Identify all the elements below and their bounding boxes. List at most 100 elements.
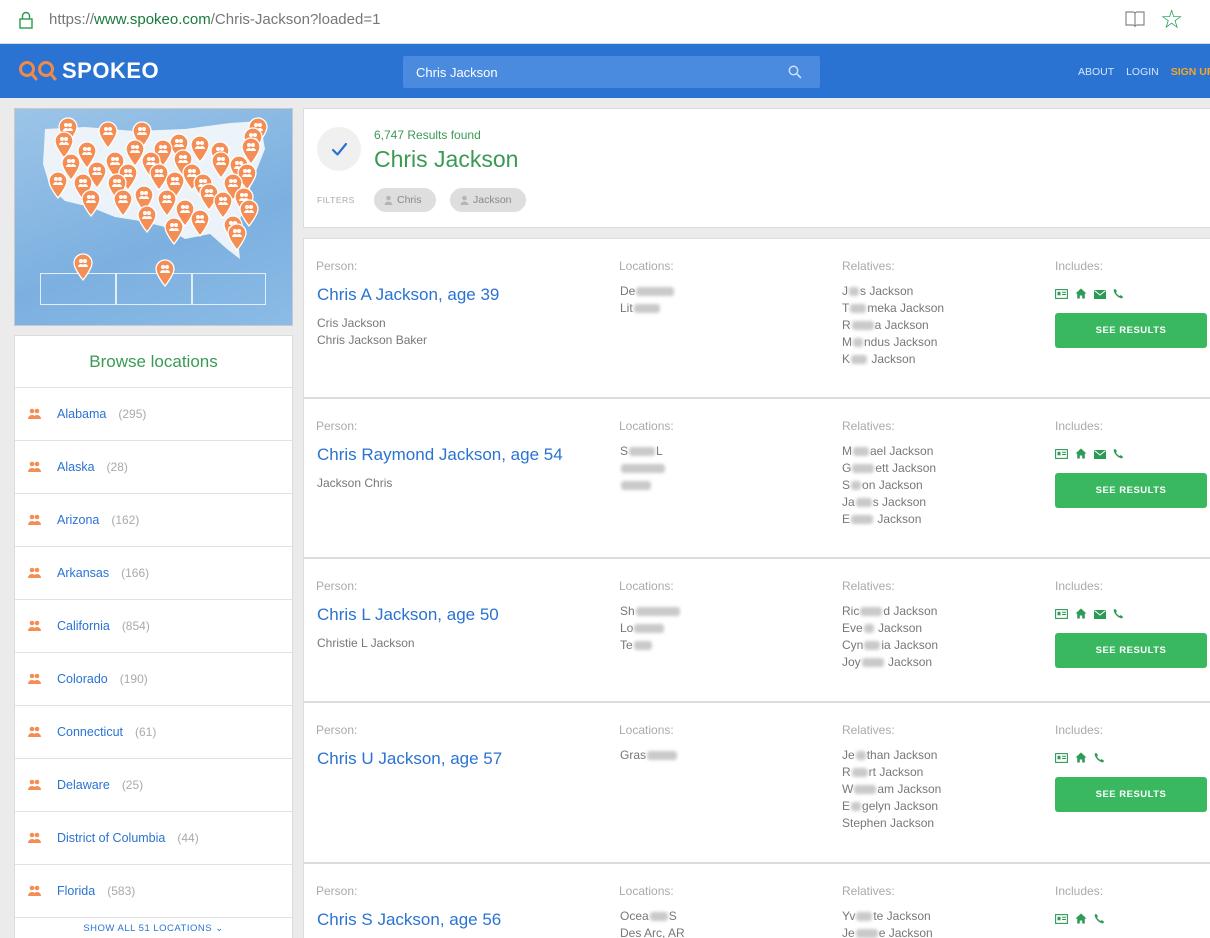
relative-text-start: M (842, 335, 852, 349)
reading-view-icon[interactable] (1124, 9, 1146, 29)
location-name[interactable]: Arizona (57, 513, 99, 527)
location-entry: Sh (620, 604, 681, 618)
includes-label: Includes: (1055, 723, 1104, 737)
search-icon[interactable] (788, 65, 802, 79)
relative-text-start: Je (842, 926, 855, 938)
location-name[interactable]: California (57, 619, 110, 633)
phone-icon (1113, 446, 1124, 464)
map-pin-icon[interactable] (227, 223, 247, 251)
location-item[interactable]: Colorado (190) (15, 653, 292, 706)
search-input[interactable] (403, 56, 783, 88)
relative-name[interactable]: Ra Jackson (842, 318, 929, 332)
location-name[interactable]: Delaware (57, 778, 110, 792)
relative-text-start: R (842, 318, 851, 332)
relative-text-end: s Jackson (872, 495, 927, 509)
person-name-link[interactable]: Chris S Jackson, age 56 (317, 910, 501, 930)
redacted-text (852, 464, 875, 474)
filter-chip-last-name[interactable]: Jackson (450, 188, 526, 212)
relative-name[interactable]: Eve Jackson (842, 621, 922, 635)
person-icon (460, 195, 469, 205)
location-name[interactable]: District of Columbia (57, 831, 165, 845)
relative-text-start: Ric (842, 604, 860, 618)
relative-name[interactable]: K Jackson (842, 352, 915, 366)
relative-name[interactable]: Mael Jackson (842, 444, 933, 458)
login-link[interactable]: LOGIN (1126, 66, 1159, 78)
relative-name[interactable]: Egelyn Jackson (842, 799, 938, 813)
map-pin-icon[interactable] (190, 135, 210, 163)
see-results-button[interactable]: SEE RESULTS (1055, 473, 1207, 508)
relative-name[interactable]: Stephen Jackson (842, 816, 934, 830)
location-item[interactable]: California (854) (15, 600, 292, 653)
location-item[interactable]: Arkansas (166) (15, 547, 292, 600)
phone-icon (1094, 911, 1105, 929)
relative-name[interactable]: Joy Jackson (842, 655, 932, 669)
relative-name[interactable]: Js Jackson (842, 284, 913, 298)
location-name[interactable]: Arkansas (57, 566, 109, 580)
map-pin-icon[interactable] (157, 189, 177, 217)
person-name-link[interactable]: Chris Raymond Jackson, age 54 (317, 445, 563, 465)
location-item[interactable]: Delaware (25) (15, 759, 292, 812)
relative-name[interactable]: Son Jackson (842, 478, 923, 492)
relative-name[interactable]: Wam Jackson (842, 782, 941, 796)
map-pin-icon[interactable] (137, 205, 157, 233)
checkmark-icon (331, 142, 348, 156)
location-item[interactable]: District of Columbia (44) (15, 812, 292, 865)
url-field[interactable]: https://www.spokeo.com/Chris-Jackson?loa… (49, 11, 380, 28)
location-name[interactable]: Florida (57, 884, 95, 898)
search-box (403, 56, 820, 88)
map-pin-icon[interactable] (73, 253, 93, 281)
filters-label: FILTERS (317, 195, 355, 205)
relative-name[interactable]: Tmeka Jackson (842, 301, 944, 315)
map-pin-icon[interactable] (113, 189, 133, 217)
see-results-button[interactable]: SEE RESULTS (1055, 633, 1207, 668)
spokeo-logo[interactable]: SPOKEO (18, 58, 159, 84)
relative-name[interactable]: Ric d Jackson (842, 604, 937, 618)
filter-chip-first-name[interactable]: Chris (374, 188, 436, 212)
redacted-text (647, 751, 678, 761)
locations-label: Locations: (619, 419, 674, 433)
person-name-link[interactable]: Chris U Jackson, age 57 (317, 749, 502, 769)
relative-name[interactable]: Ja s Jackson (842, 495, 926, 509)
id-card-icon (1055, 911, 1068, 929)
map-pin-icon[interactable] (155, 259, 175, 287)
relative-name[interactable]: Je e Jackson (842, 926, 933, 938)
relative-name[interactable]: Je than Jackson (842, 748, 937, 762)
relative-name[interactable]: Mndus Jackson (842, 335, 937, 349)
relative-name[interactable]: E Jackson (842, 512, 921, 526)
location-item[interactable]: Florida (583) (15, 865, 292, 918)
location-name[interactable]: Connecticut (57, 725, 123, 739)
person-name-link[interactable]: Chris L Jackson, age 50 (317, 605, 499, 625)
map-pin-icon[interactable] (190, 209, 210, 237)
includes-icons (1055, 286, 1131, 304)
filter-chip-label: Chris (397, 194, 422, 206)
location-item[interactable]: Alabama (295) (15, 388, 292, 441)
location-item[interactable]: Arizona (162) (15, 494, 292, 547)
location-text-start: Des Arc, AR (620, 926, 685, 938)
relative-name[interactable]: Rrt Jackson (842, 765, 923, 779)
people-icon (28, 620, 41, 631)
about-link[interactable]: ABOUT (1078, 66, 1114, 78)
map-pin-icon[interactable] (98, 121, 118, 149)
results-map[interactable] (14, 108, 293, 326)
see-results-button[interactable]: SEE RESULTS (1055, 777, 1207, 812)
location-name[interactable]: Alaska (57, 460, 95, 474)
location-item[interactable]: Alaska (28) (15, 441, 292, 494)
location-item[interactable]: Connecticut (61) (15, 706, 292, 759)
relative-name[interactable]: Yv te Jackson (842, 909, 931, 923)
map-pin-icon[interactable] (164, 217, 184, 245)
relative-text-end: Jackson (868, 352, 916, 366)
person-name-link[interactable]: Chris A Jackson, age 39 (317, 285, 499, 305)
relative-name[interactable]: Cyn ia Jackson (842, 638, 938, 652)
map-pin-icon[interactable] (81, 189, 101, 217)
location-name[interactable]: Colorado (57, 672, 108, 686)
includes-label: Includes: (1055, 259, 1104, 273)
result-card: Person: Locations: Relatives: Includes: Chri… (303, 863, 1210, 938)
relative-text-end: gelyn Jackson (862, 799, 939, 813)
show-all-locations-link[interactable]: SHOW ALL 51 LOCATIONS ⌄ (15, 918, 292, 938)
signup-link[interactable]: SIGN UP (1171, 66, 1210, 78)
map-pin-icon[interactable] (48, 171, 68, 199)
relative-name[interactable]: Gett Jackson (842, 461, 936, 475)
favorite-star-icon[interactable]: ☆ (1160, 6, 1183, 32)
location-name[interactable]: Alabama (57, 407, 106, 421)
see-results-button[interactable]: SEE RESULTS (1055, 313, 1207, 348)
